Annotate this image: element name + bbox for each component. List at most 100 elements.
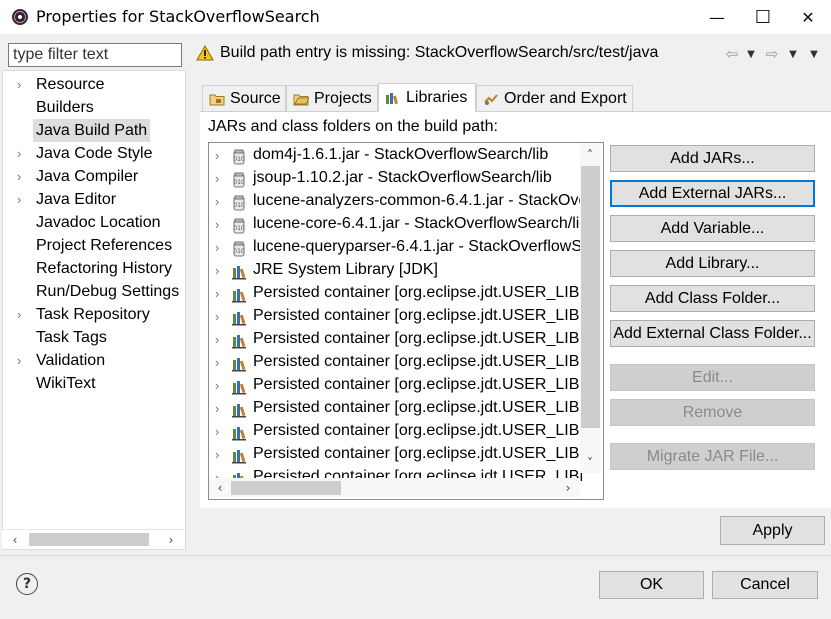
chevron-right-icon[interactable]: › [17, 188, 27, 211]
remove-button[interactable]: Remove [610, 399, 815, 426]
list-scroll-right-icon[interactable]: › [559, 478, 577, 497]
chevron-right-icon[interactable]: › [215, 309, 219, 324]
chevron-right-icon[interactable]: › [215, 148, 219, 163]
filter-input[interactable] [8, 43, 182, 67]
list-item[interactable]: › 010 lucene-core-6.4.1.jar - StackOverflo… [209, 214, 582, 237]
chevron-right-icon[interactable]: › [215, 447, 219, 462]
scroll-up-icon[interactable]: ˄ [581, 145, 599, 164]
list-item[interactable]: › 010 dom4j-1.6.1.jar - StackOverflowSearc… [209, 145, 582, 168]
chevron-right-icon[interactable]: › [215, 263, 219, 278]
list-item[interactable]: › Persisted container [org.eclipse.jdt.US… [209, 421, 582, 444]
list-item[interactable]: › Persisted container [org.eclipse.jdt.US… [209, 329, 582, 352]
jar-icon: 010 [231, 172, 247, 188]
eclipse-icon [12, 9, 28, 25]
list-item[interactable]: › JRE System Library [JDK] [209, 260, 582, 283]
forward-arrow-icon[interactable]: ⇨ [762, 45, 782, 63]
list-item[interactable]: › 010 lucene-queryparser-6.4.1.jar - Stack… [209, 237, 582, 260]
tree-item-label: WikiText [36, 375, 96, 392]
list-item[interactable]: › 010 lucene-analyzers-common-6.4.1.jar - … [209, 191, 582, 214]
chevron-right-icon[interactable]: › [215, 286, 219, 301]
warning-icon [196, 45, 214, 61]
add-external-jars-button[interactable]: Add External JARs... [610, 180, 815, 207]
tree-item-label: Resource [36, 76, 105, 93]
list-item[interactable]: › Persisted container [org.eclipse.jdt.US… [209, 375, 582, 398]
tab-order-export[interactable]: Order and Export [476, 85, 633, 111]
tab-libraries[interactable]: Libraries [378, 83, 476, 112]
tab-order-export-label: Order and Export [504, 89, 627, 107]
list-item-label: jsoup-1.10.2.jar - StackOverflowSearch/l… [253, 169, 552, 186]
help-icon[interactable]: ? [16, 573, 38, 595]
window-title: Properties for StackOverflowSearch [36, 7, 320, 26]
list-item[interactable]: › Persisted container [org.eclipse.jdt.US… [209, 283, 582, 306]
tree-horizontal-scrollbar[interactable]: ‹ › [2, 529, 184, 549]
forward-menu-chevron-down-icon[interactable]: ▼ [786, 45, 800, 63]
svg-text:010: 010 [233, 248, 245, 255]
chevron-right-icon[interactable]: › [215, 332, 219, 347]
list-item[interactable]: › Persisted container [org.eclipse.jdt.US… [209, 398, 582, 421]
chevron-right-icon[interactable]: › [17, 73, 27, 96]
chevron-right-icon[interactable]: › [215, 217, 219, 232]
list-item-label: Persisted container [org.eclipse.jdt.USE… [253, 284, 582, 301]
edit-button[interactable]: Edit... [610, 364, 815, 391]
list-item-label: Persisted container [org.eclipse.jdt.USE… [253, 399, 582, 416]
scroll-right-icon[interactable]: › [162, 530, 180, 549]
add-variable-button[interactable]: Add Variable... [610, 215, 815, 242]
chevron-right-icon[interactable]: › [215, 194, 219, 209]
svg-text:010: 010 [233, 202, 245, 209]
tree-scroll-thumb[interactable] [29, 533, 149, 546]
library-icon [231, 333, 247, 349]
scroll-left-icon[interactable]: ‹ [6, 530, 24, 549]
cancel-button[interactable]: Cancel [712, 571, 818, 599]
list-item-label: Persisted container [org.eclipse.jdt.USE… [253, 376, 582, 393]
library-list[interactable]: › 010 dom4j-1.6.1.jar - StackOverflowSearc… [208, 142, 604, 500]
tab-source[interactable]: Source [202, 85, 286, 111]
add-external-class-folder-button[interactable]: Add External Class Folder... [610, 320, 815, 347]
dialog-button-bar [0, 555, 831, 619]
tree-item-label: Task Repository [36, 306, 150, 323]
source-folder-icon [209, 92, 225, 106]
tree-item-label: Javadoc Location [36, 214, 161, 231]
scroll-down-icon[interactable]: ˅ [581, 453, 599, 472]
list-item-label: lucene-analyzers-common-6.4.1.jar - Stac… [253, 192, 582, 209]
add-library-button[interactable]: Add Library... [610, 250, 815, 277]
minimize-button[interactable]: — [694, 0, 740, 34]
tree-item-label: Task Tags [36, 329, 107, 346]
chevron-right-icon[interactable]: › [17, 142, 27, 165]
tab-projects[interactable]: Projects [286, 85, 378, 111]
list-item-label: dom4j-1.6.1.jar - StackOverflowSearch/li… [253, 146, 549, 163]
add-class-folder-button[interactable]: Add Class Folder... [610, 285, 815, 312]
list-vertical-scroll-thumb[interactable] [581, 166, 600, 428]
svg-text:010: 010 [233, 156, 245, 163]
list-item[interactable]: › Persisted container [org.eclipse.jdt.US… [209, 306, 582, 329]
list-item[interactable]: › 010 jsoup-1.10.2.jar - StackOverflowSear… [209, 168, 582, 191]
apply-button[interactable]: Apply [720, 516, 825, 545]
list-item[interactable]: › Persisted container [org.eclipse.jdt.US… [209, 444, 582, 467]
migrate-jar-button[interactable]: Migrate JAR File... [610, 443, 815, 470]
chevron-right-icon[interactable]: › [17, 165, 27, 188]
back-menu-chevron-down-icon[interactable]: ▼ [744, 45, 758, 63]
chevron-right-icon[interactable]: › [215, 378, 219, 393]
maximize-button[interactable]: ☐ [740, 0, 786, 34]
tree-item-label: Builders [36, 99, 94, 116]
list-horizontal-scroll-thumb[interactable] [231, 481, 341, 495]
chevron-right-icon[interactable]: › [215, 355, 219, 370]
tree-item-label: Java Editor [36, 191, 117, 208]
view-menu-chevron-down-icon[interactable]: ▼ [806, 45, 822, 63]
add-jars-button[interactable]: Add JARs... [610, 145, 815, 172]
chevron-right-icon[interactable]: › [215, 171, 219, 186]
chevron-right-icon[interactable]: › [17, 349, 27, 372]
chevron-right-icon[interactable]: › [215, 401, 219, 416]
svg-text:010: 010 [233, 179, 245, 186]
close-button[interactable]: ✕ [785, 0, 831, 34]
back-arrow-icon[interactable]: ⇦ [722, 45, 742, 63]
chevron-right-icon[interactable]: › [215, 240, 219, 255]
list-scroll-left-icon[interactable]: ‹ [211, 478, 229, 497]
chevron-right-icon[interactable]: › [215, 424, 219, 439]
list-item-label: Persisted container [org.eclipse.jdt.USE… [253, 422, 582, 439]
svg-text:010: 010 [233, 225, 245, 232]
list-item[interactable]: › Persisted container [org.eclipse.jdt.US… [209, 352, 582, 375]
tree-item-label: Java Code Style [36, 145, 153, 162]
ok-button[interactable]: OK [599, 571, 704, 599]
library-icon [231, 287, 247, 303]
chevron-right-icon[interactable]: › [17, 303, 27, 326]
